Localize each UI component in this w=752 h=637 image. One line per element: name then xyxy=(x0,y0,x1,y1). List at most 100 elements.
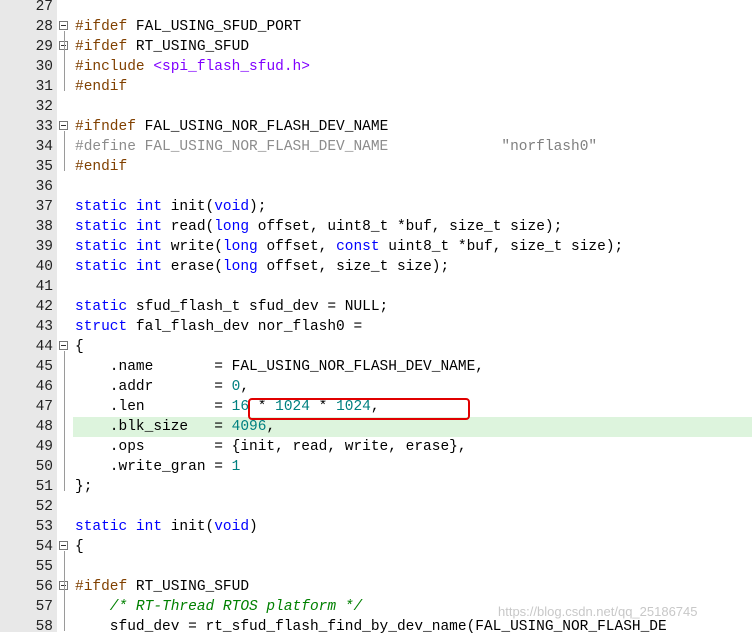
code-line-29[interactable]: 29 #ifdef RT_USING_SFUD xyxy=(0,37,752,57)
code-token: fal_flash_dev nor_flash0 = xyxy=(135,319,363,335)
code-token: { xyxy=(75,339,84,355)
code-editor[interactable]: 27 28 #ifdef FAL_USING_SFUD_PORT 29 #ifdef R… xyxy=(0,0,752,635)
line-number: 51 xyxy=(35,479,53,495)
fold-guide-line xyxy=(64,31,65,91)
fold-toggle-icon[interactable] xyxy=(59,121,68,130)
code-line-40[interactable]: 40 static int erase(long offset, size_t s… xyxy=(0,257,752,277)
code-text: { xyxy=(75,537,84,557)
code-line-56[interactable]: 56 #ifdef RT_USING_SFUD xyxy=(0,577,752,597)
code-token: .addr = xyxy=(75,379,232,395)
line-number: 38 xyxy=(35,219,53,235)
code-line-43[interactable]: 43 struct fal_flash_dev nor_flash0 = xyxy=(0,317,752,337)
code-text: }; xyxy=(75,477,92,497)
line-number: 31 xyxy=(35,79,53,95)
code-text: static int write(long offset, const uint… xyxy=(75,237,623,257)
code-token: }; xyxy=(75,479,93,495)
code-line-46[interactable]: 46 .addr = 0, xyxy=(0,377,752,397)
code-line-32[interactable]: 32 xyxy=(0,97,752,117)
code-token: #endif xyxy=(75,79,128,95)
code-token: FAL_USING_NOR_FLASH_DEV_NAME xyxy=(144,119,389,135)
code-line-27[interactable]: 27 xyxy=(0,0,752,17)
code-token: long xyxy=(222,239,267,255)
line-number: 56 xyxy=(35,579,53,595)
line-number: 53 xyxy=(35,519,53,535)
code-token: static int xyxy=(75,519,171,535)
code-text: .write_gran = 1 xyxy=(75,457,241,477)
code-text: static sfud_flash_t sfud_dev = NULL; xyxy=(75,297,388,317)
line-number: 49 xyxy=(35,439,53,455)
code-line-38[interactable]: 38 static int read(long offset, uint8_t *… xyxy=(0,217,752,237)
code-token: static xyxy=(75,299,136,315)
code-text: #endif xyxy=(75,77,127,97)
code-line-36[interactable]: 36 xyxy=(0,177,752,197)
code-token: .ops = {init, read, write, erase}, xyxy=(75,439,467,455)
code-text: #ifdef RT_USING_SFUD xyxy=(75,577,249,597)
code-token: { xyxy=(75,539,84,555)
code-line-52[interactable]: 52 xyxy=(0,497,752,517)
code-token: RT_USING_SFUD xyxy=(135,39,250,55)
code-line-58[interactable]: 58 sfud_dev = rt_sfud_flash_find_by_dev_… xyxy=(0,617,752,637)
fold-toggle-icon[interactable] xyxy=(59,541,68,550)
code-text: #ifndef FAL_USING_NOR_FLASH_DEV_NAME xyxy=(75,117,388,137)
code-token: .blk_size = xyxy=(75,419,232,435)
fold-toggle-icon[interactable] xyxy=(59,21,68,30)
line-number: 41 xyxy=(35,279,53,295)
code-token: void xyxy=(214,519,250,535)
code-token: #ifdef xyxy=(75,579,136,595)
code-text: static int erase(long offset, size_t siz… xyxy=(75,257,449,277)
code-token: /* RT-Thread RTOS platform */ xyxy=(75,599,363,615)
line-number: 48 xyxy=(35,419,53,435)
code-line-41[interactable]: 41 xyxy=(0,277,752,297)
code-line-34[interactable]: 34 #define FAL_USING_NOR_FLASH_DEV_NAME "… xyxy=(0,137,752,157)
code-token: static int xyxy=(75,239,171,255)
code-token: #include xyxy=(75,59,154,75)
code-line-30[interactable]: 30 #include <spi_flash_sfud.h> xyxy=(0,57,752,77)
code-line-37[interactable]: 37 static int init(void); xyxy=(0,197,752,217)
code-line-55[interactable]: 55 xyxy=(0,557,752,577)
code-line-39[interactable]: 39 static int write(long offset, const ui… xyxy=(0,237,752,257)
code-line-45[interactable]: 45 .name = FAL_USING_NOR_FLASH_DEV_NAME, xyxy=(0,357,752,377)
annotation-highlight-box xyxy=(248,398,470,420)
code-token: #endif xyxy=(75,159,128,175)
code-token: read( xyxy=(170,219,215,235)
code-line-48[interactable]: 48 .blk_size = 4096, xyxy=(0,417,752,437)
line-number: 55 xyxy=(35,559,53,575)
fold-toggle-icon[interactable] xyxy=(59,341,68,350)
code-token: write( xyxy=(170,239,223,255)
code-token: const xyxy=(336,239,389,255)
code-token: , xyxy=(240,379,250,395)
fold-guide-line xyxy=(64,551,65,631)
code-token: uint8_t *buf, size_t size); xyxy=(388,239,624,255)
line-number: 46 xyxy=(35,379,53,395)
line-number: 50 xyxy=(35,459,53,475)
code-line-50[interactable]: 50 .write_gran = 1 xyxy=(0,457,752,477)
code-line-28[interactable]: 28 #ifdef FAL_USING_SFUD_PORT xyxy=(0,17,752,37)
code-token: .write_gran = xyxy=(75,459,232,475)
code-line-33[interactable]: 33 #ifndef FAL_USING_NOR_FLASH_DEV_NAME xyxy=(0,117,752,137)
line-number: 52 xyxy=(35,499,53,515)
code-text: static int init(void) xyxy=(75,517,258,537)
code-line-42[interactable]: 42 static sfud_flash_t sfud_dev = NULL; xyxy=(0,297,752,317)
code-line-35[interactable]: 35 #endif xyxy=(0,157,752,177)
code-token: offset, uint8_t *buf, size_t size); xyxy=(257,219,563,235)
line-number: 33 xyxy=(35,119,53,135)
line-number: 39 xyxy=(35,239,53,255)
code-token: 1 xyxy=(231,459,241,475)
code-line-54[interactable]: 54 { xyxy=(0,537,752,557)
code-line-31[interactable]: 31 #endif xyxy=(0,77,752,97)
fold-guide-line xyxy=(64,131,65,171)
code-token: FAL_USING_SFUD_PORT xyxy=(135,19,302,35)
code-token: erase( xyxy=(170,259,223,275)
code-line-51[interactable]: 51}; xyxy=(0,477,752,497)
code-line-53[interactable]: 53 static int init(void) xyxy=(0,517,752,537)
code-token: static int xyxy=(75,219,171,235)
line-number: 37 xyxy=(35,199,53,215)
code-token: 4096 xyxy=(231,419,267,435)
code-token: #ifndef xyxy=(75,119,145,135)
code-line-49[interactable]: 49 .ops = {init, read, write, erase}, xyxy=(0,437,752,457)
code-token: sfud_dev = rt_sfud_flash_find_by_dev_nam… xyxy=(75,619,667,635)
code-token: RT_USING_SFUD xyxy=(135,579,250,595)
code-token: offset, xyxy=(266,239,337,255)
code-line-44[interactable]: 44 { xyxy=(0,337,752,357)
code-text: { xyxy=(75,337,84,357)
